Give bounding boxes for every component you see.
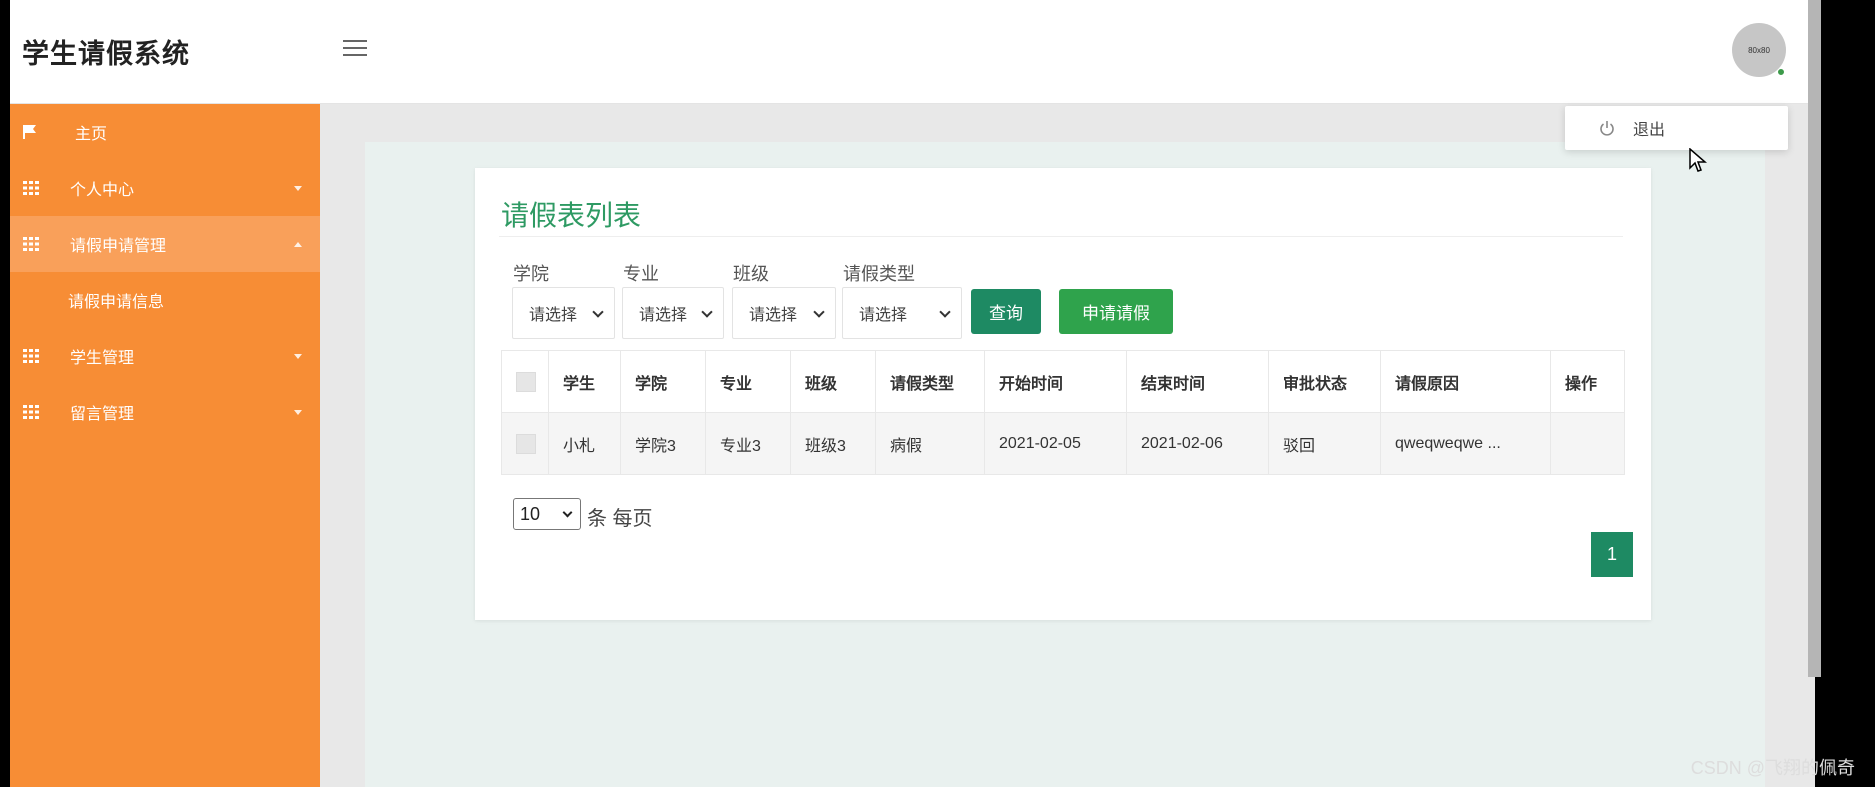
mouse-cursor-icon <box>1689 148 1708 172</box>
chevron-down-icon <box>813 306 825 318</box>
sidebar-item-student-management[interactable]: 学生管理 <box>10 328 320 384</box>
filter-leave-type-label: 请假类型 <box>843 264 915 284</box>
flag-icon <box>23 125 36 139</box>
sidebar-item-leave-management[interactable]: 请假申请管理 <box>10 216 320 272</box>
select-all-cell <box>501 350 549 413</box>
filter-college-label: 学院 <box>513 264 549 284</box>
cell-approval-status: 驳回 <box>1268 412 1381 475</box>
chevron-down-icon <box>294 354 302 359</box>
class-select[interactable]: 请选择 <box>732 287 836 339</box>
column-header: 学院 <box>620 350 706 413</box>
row-select-cell <box>501 412 549 475</box>
grid-icon <box>23 349 39 363</box>
filter-class-label: 班级 <box>733 264 769 284</box>
online-status-dot <box>1777 68 1785 76</box>
sidebar-item-label: 学生管理 <box>70 350 135 367</box>
sidebar-item-label: 主页 <box>75 126 108 143</box>
leave-table: 学生 学院 专业 班级 请假类型 开始时间 结束时间 审批状态 请假原因 操作 … <box>501 350 1625 475</box>
sidebar-item-label: 请假申请管理 <box>70 238 167 255</box>
vertical-scrollbar[interactable] <box>1808 0 1821 677</box>
avatar-placeholder-text: 80x80 <box>1748 45 1770 55</box>
grid-icon <box>23 237 39 251</box>
power-icon <box>1600 121 1614 136</box>
chevron-down-icon <box>592 306 604 318</box>
select-value: 请选择 <box>859 307 908 324</box>
select-value: 请选择 <box>749 307 798 324</box>
table-row: 小札 学院3 专业3 班级3 病假 2021-02-05 2021-02-06 … <box>501 412 1625 475</box>
filter-major-label: 专业 <box>623 264 659 284</box>
top-header: 学生请假系统 80x80 <box>10 0 1815 104</box>
app-title: 学生请假系统 <box>22 39 190 69</box>
column-header: 请假类型 <box>875 350 985 413</box>
cell-major: 专业3 <box>705 412 791 475</box>
leave-type-select[interactable]: 请选择 <box>842 287 962 339</box>
college-select[interactable]: 请选择 <box>512 287 615 339</box>
title-divider <box>499 236 1623 237</box>
column-header: 专业 <box>705 350 791 413</box>
chevron-down-icon <box>294 186 302 191</box>
column-header: 班级 <box>790 350 876 413</box>
cell-class: 班级3 <box>790 412 876 475</box>
cell-student: 小札 <box>548 412 621 475</box>
cell-actions <box>1550 412 1625 475</box>
select-all-checkbox[interactable] <box>516 371 536 392</box>
page-size-select[interactable]: 10 <box>513 498 581 530</box>
column-header: 结束时间 <box>1126 350 1269 413</box>
row-checkbox[interactable] <box>516 433 536 454</box>
page-title: 请假表列表 <box>501 200 642 231</box>
sidebar-item-home[interactable]: 主页 <box>10 104 320 160</box>
chevron-down-icon <box>701 306 713 318</box>
page-size-value: 10 <box>520 503 541 524</box>
sidebar-subitem-leave-info[interactable]: 请假申请信息 <box>10 272 320 328</box>
user-dropdown-menu: 退出 <box>1565 106 1788 150</box>
column-header: 学生 <box>548 350 621 413</box>
apply-leave-button[interactable]: 申请请假 <box>1059 289 1173 334</box>
grid-icon <box>23 405 39 419</box>
chevron-up-icon <box>294 242 302 247</box>
logout-menu-item[interactable]: 退出 <box>1633 116 1665 140</box>
sidebar-item-message-management[interactable]: 留言管理 <box>10 384 320 440</box>
sidebar-item-personal-center[interactable]: 个人中心 <box>10 160 320 216</box>
chevron-down-icon <box>562 507 573 518</box>
select-value: 请选择 <box>529 307 578 324</box>
page-1-button[interactable]: 1 <box>1591 532 1633 577</box>
column-header: 开始时间 <box>984 350 1127 413</box>
column-header: 操作 <box>1550 350 1625 413</box>
cell-college: 学院3 <box>620 412 706 475</box>
sidebar-item-label: 个人中心 <box>70 182 135 199</box>
cell-leave-type: 病假 <box>875 412 985 475</box>
grid-icon <box>23 181 39 195</box>
table-header-row: 学生 学院 专业 班级 请假类型 开始时间 结束时间 审批状态 请假原因 操作 <box>501 350 1625 413</box>
sidebar-item-label: 留言管理 <box>70 406 135 423</box>
chevron-down-icon <box>939 306 951 318</box>
app-window: 学生请假系统 80x80 主页 个人中心 请假申请管理 请假申请信息 学生管理 … <box>10 0 1815 787</box>
cell-start-time: 2021-02-05 <box>984 412 1127 475</box>
major-select[interactable]: 请选择 <box>622 287 724 339</box>
cell-reason: qweqweqwe ... <box>1380 412 1551 475</box>
menu-toggle-icon[interactable] <box>343 40 367 60</box>
query-button[interactable]: 查询 <box>971 289 1041 334</box>
per-page-label: 条 每页 <box>587 508 653 530</box>
cell-end-time: 2021-02-06 <box>1126 412 1269 475</box>
sidebar: 主页 个人中心 请假申请管理 请假申请信息 学生管理 留言管理 <box>10 104 320 787</box>
watermark: CSDN @飞翔的佩奇 <box>1690 758 1855 778</box>
column-header: 请假原因 <box>1380 350 1551 413</box>
select-value: 请选择 <box>639 307 688 324</box>
chevron-down-icon <box>294 410 302 415</box>
column-header: 审批状态 <box>1268 350 1381 413</box>
leave-list-card: 请假表列表 学院 专业 班级 请假类型 请选择 请选择 请选择 请选择 查询 申… <box>475 168 1651 620</box>
